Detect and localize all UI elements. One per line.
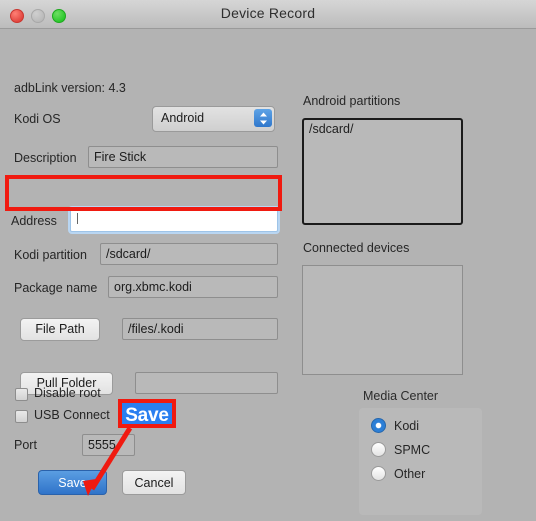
radio-kodi[interactable] xyxy=(371,418,386,433)
cancel-button[interactable]: Cancel xyxy=(122,470,186,495)
radio-spmc-label: SPMC xyxy=(394,443,431,457)
connected-devices-list[interactable] xyxy=(302,265,463,375)
description-input[interactable]: Fire Stick xyxy=(88,146,278,168)
device-record-window: Device Record adbLink version: 4.3 Kodi … xyxy=(0,0,536,521)
description-label: Description xyxy=(14,151,77,165)
file-path-button[interactable]: File Path xyxy=(20,318,100,341)
radio-other[interactable] xyxy=(371,466,386,481)
dialog-body: adbLink version: 4.3 Kodi OS Android Des… xyxy=(0,29,536,521)
kodi-partition-input[interactable]: /sdcard/ xyxy=(100,243,278,265)
kodi-os-label: Kodi OS xyxy=(14,112,61,126)
android-partitions-label: Android partitions xyxy=(303,94,401,108)
save-callout-annotation: Save xyxy=(118,399,176,428)
disable-root-label: Disable root xyxy=(34,386,101,400)
pull-folder-input[interactable] xyxy=(135,372,278,394)
usb-connect-label: USB Connect xyxy=(34,408,110,422)
usb-connect-checkbox[interactable] xyxy=(15,410,28,423)
text-caret xyxy=(77,213,78,224)
package-name-label: Package name xyxy=(14,281,98,295)
port-label: Port xyxy=(14,438,37,452)
address-highlight-annotation xyxy=(5,175,282,211)
disable-root-checkbox[interactable] xyxy=(15,388,28,401)
title-bar: Device Record xyxy=(0,0,536,29)
window-title: Device Record xyxy=(220,5,316,21)
chevron-updown-icon[interactable] xyxy=(254,109,272,127)
media-center-label: Media Center xyxy=(363,389,439,403)
connected-devices-label: Connected devices xyxy=(303,241,410,255)
file-path-input[interactable]: /files/.kodi xyxy=(122,318,278,340)
port-input[interactable]: 5555 xyxy=(82,434,135,456)
address-label: Address xyxy=(11,214,57,228)
address-input[interactable] xyxy=(70,208,278,232)
media-center-group: Kodi SPMC Other xyxy=(359,408,482,515)
radio-other-label: Other xyxy=(394,467,426,481)
save-button[interactable]: Save xyxy=(38,470,107,495)
android-partitions-list[interactable]: /sdcard/ xyxy=(302,118,463,225)
list-item[interactable]: /sdcard/ xyxy=(304,120,461,136)
radio-spmc[interactable] xyxy=(371,442,386,457)
package-name-input[interactable]: org.xbmc.kodi xyxy=(108,276,278,298)
radio-kodi-label: Kodi xyxy=(394,419,420,433)
adblink-version-label: adbLink version: 4.3 xyxy=(14,81,126,95)
kodi-os-select-value: Android xyxy=(161,111,205,125)
kodi-os-select[interactable]: Android xyxy=(152,106,275,132)
kodi-partition-label: Kodi partition xyxy=(14,248,87,262)
